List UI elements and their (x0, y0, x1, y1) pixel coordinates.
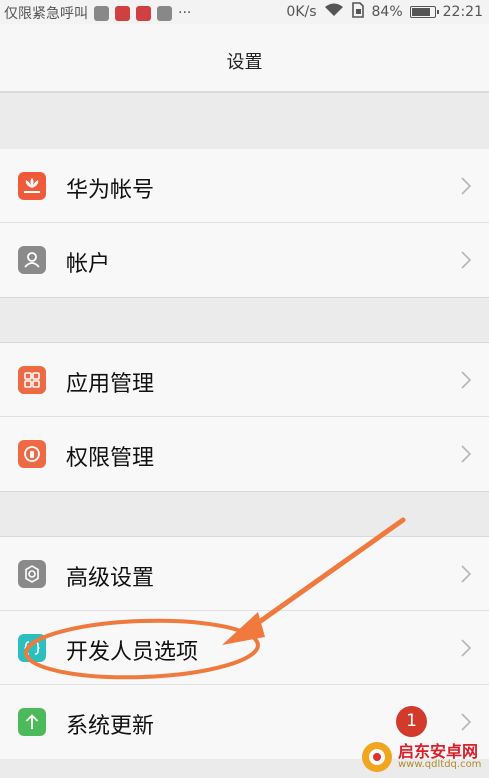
notification-app-icon (136, 5, 151, 21)
carrier-status: 仅限紧急呼叫 (4, 6, 88, 22)
section-divider (0, 92, 489, 150)
notification-app-icon (115, 5, 130, 21)
code-braces-icon (18, 634, 46, 662)
permission-icon (18, 440, 46, 468)
update-count-badge: 1 (396, 706, 427, 737)
account-icon (18, 246, 46, 274)
wifi-icon (324, 2, 344, 22)
app-grid-icon (18, 366, 46, 394)
settings-group-system: 高级设置 开发人员选项 系统更新 1 (0, 537, 489, 759)
row-label: 华为帐号 (66, 178, 155, 203)
status-left: 仅限紧急呼叫 ··· (4, 3, 191, 23)
row-label: 帐户 (66, 252, 111, 277)
chevron-right-icon (461, 251, 472, 269)
notification-app-icon (94, 5, 109, 21)
row-label: 开发人员选项 (66, 640, 199, 665)
section-divider (0, 297, 489, 343)
section-divider (0, 491, 489, 537)
huawei-icon (18, 172, 46, 200)
title-bar: 设置 (0, 24, 489, 92)
settings-row-permission-management[interactable]: 权限管理 (0, 417, 489, 491)
status-bar: 仅限紧急呼叫 ··· 0K/s 84% 22:21 (0, 0, 489, 24)
more-notifications: ··· (178, 5, 192, 21)
sim-icon (351, 2, 365, 22)
chevron-right-icon (461, 713, 472, 731)
chevron-right-icon (461, 177, 472, 195)
battery-icon (409, 6, 439, 18)
chevron-right-icon (461, 445, 472, 463)
row-label: 系统更新 (66, 714, 155, 739)
notification-app-icon (157, 5, 172, 21)
watermark-url: www.qdltdq.com (398, 759, 482, 770)
watermark-logo-icon (362, 742, 392, 772)
battery-level (411, 8, 430, 16)
settings-row-developer-options[interactable]: 开发人员选项 (0, 611, 489, 685)
gear-icon (18, 560, 46, 588)
settings-row-app-management[interactable]: 应用管理 (0, 343, 489, 417)
update-arrow-icon (18, 708, 46, 736)
settings-row-huawei-account[interactable]: 华为帐号 (0, 149, 489, 223)
page-title: 设置 (226, 52, 263, 73)
battery-percent: 84% (371, 4, 403, 20)
chevron-right-icon (461, 639, 472, 657)
chevron-right-icon (461, 565, 472, 583)
watermark: 启东安卓网 www.qdltdq.com (356, 735, 489, 778)
clock: 22:21 (442, 4, 483, 20)
settings-row-account[interactable]: 帐户 (0, 223, 489, 297)
settings-row-advanced[interactable]: 高级设置 (0, 537, 489, 611)
row-label: 权限管理 (66, 446, 155, 471)
settings-group-apps: 应用管理 权限管理 (0, 343, 489, 491)
row-label: 高级设置 (66, 566, 155, 591)
row-label: 应用管理 (66, 372, 155, 397)
chevron-right-icon (461, 371, 472, 389)
network-speed: 0K/s (286, 4, 317, 20)
settings-group-accounts: 华为帐号 帐户 (0, 149, 489, 297)
status-right: 0K/s 84% 22:21 (286, 2, 483, 22)
